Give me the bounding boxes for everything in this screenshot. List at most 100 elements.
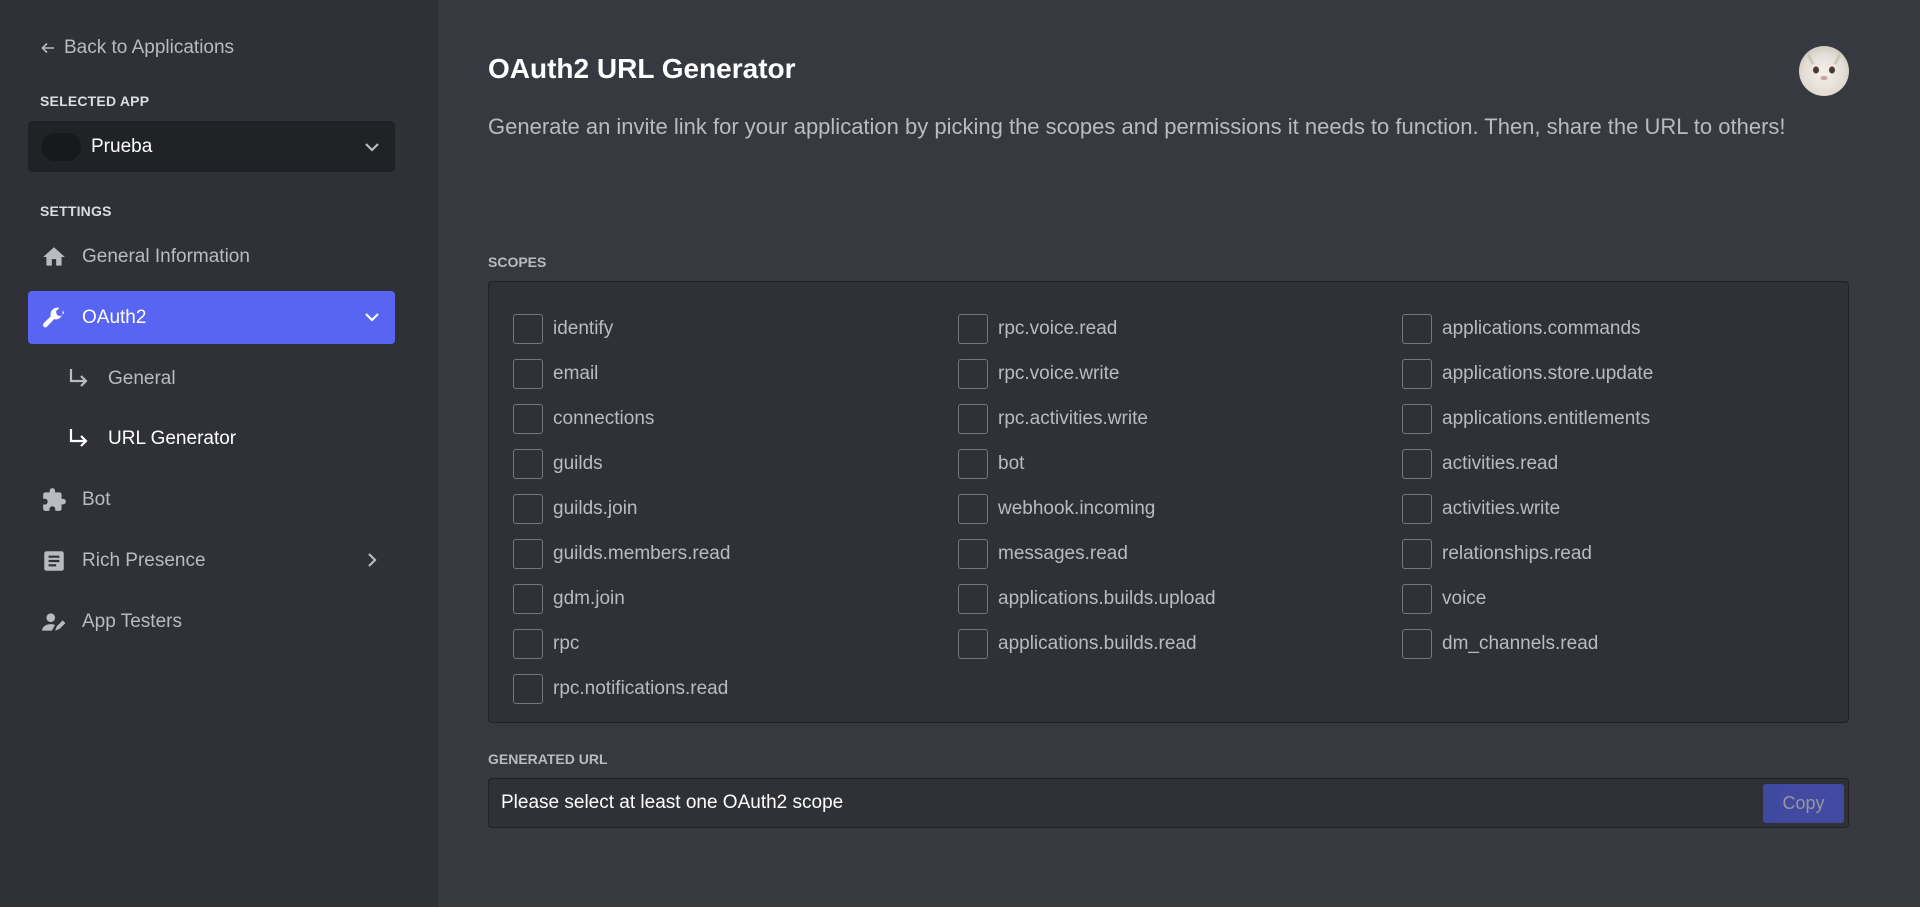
sidebar-subitem-label: URL Generator [108,428,237,449]
scope-checkbox[interactable] [958,583,988,614]
scope-option-identify[interactable]: identify [513,306,730,351]
sidebar-item-oauth2[interactable]: OAuth2 [28,291,395,344]
scope-option-guilds-members-read[interactable]: guilds.members.read [513,531,730,576]
scope-label: applications.builds.read [998,632,1197,654]
sidebar-subitem-url-generator[interactable]: URL Generator [60,416,395,462]
sidebar-item-app-testers[interactable]: App Testers [28,595,395,648]
user-testers-icon [40,608,68,636]
avatar-image [1805,51,1843,81]
scope-option-rpc-voice-read[interactable]: rpc.voice.read [958,306,1216,351]
scope-checkbox[interactable] [1402,628,1432,659]
scope-checkbox[interactable] [513,493,543,524]
scope-checkbox[interactable] [513,628,543,659]
scope-option-messages-read[interactable]: messages.read [958,531,1216,576]
scope-checkbox[interactable] [958,628,988,659]
scope-label: connections [553,407,655,429]
scope-label: rpc.voice.read [998,317,1118,339]
scope-checkbox[interactable] [958,358,988,389]
back-to-applications-label: Back to Applications [64,37,235,58]
scope-label: rpc.activities.write [998,407,1148,429]
arrow-left-icon [41,42,54,54]
scope-label: guilds.join [553,497,638,519]
scope-option-applications-builds-upload[interactable]: applications.builds.upload [958,576,1216,621]
scope-label: rpc.notifications.read [553,677,729,699]
scope-option-voice[interactable]: voice [1402,576,1653,621]
scopes-column-2: rpc.voice.read rpc.voice.write rpc.activit… [958,306,1216,666]
scope-option-guilds-join[interactable]: guilds.join [513,486,730,531]
scope-checkbox[interactable] [513,673,543,704]
scope-checkbox[interactable] [1402,493,1432,524]
scope-checkbox[interactable] [1402,448,1432,479]
scope-option-email[interactable]: email [513,351,730,396]
copy-button[interactable]: Copy [1763,784,1844,823]
scope-checkbox[interactable] [513,583,543,614]
scope-label: applications.commands [1442,317,1641,339]
chevron-down-icon [365,143,379,152]
scope-option-bot[interactable]: bot [958,441,1216,486]
user-avatar[interactable] [1799,46,1849,96]
scope-checkbox[interactable] [513,403,543,434]
puzzle-icon [40,486,68,514]
scope-option-rpc-voice-write[interactable]: rpc.voice.write [958,351,1216,396]
scope-checkbox[interactable] [1402,358,1432,389]
sidebar-item-rich-presence[interactable]: Rich Presence [28,534,395,587]
sidebar-item-label: OAuth2 [82,306,147,328]
scope-option-applications-entitlements[interactable]: applications.entitlements [1402,396,1653,441]
scope-checkbox[interactable] [958,448,988,479]
page-description: Generate an invite link for your applica… [488,114,1786,139]
scope-label: applications.entitlements [1442,407,1651,429]
scope-option-connections[interactable]: connections [513,396,730,441]
scope-option-rpc-notifications-read[interactable]: rpc.notifications.read [513,666,730,711]
scope-label: messages.read [998,542,1128,564]
scope-checkbox[interactable] [513,313,543,344]
sidebar-item-bot[interactable]: Bot [28,473,395,526]
scope-label: guilds.members.read [553,542,731,564]
scope-option-applications-builds-read[interactable]: applications.builds.read [958,621,1216,666]
scope-label: gdm.join [553,587,625,609]
scope-option-dm-channels-read[interactable]: dm_channels.read [1402,621,1653,666]
sidebar-subitem-general[interactable]: General [60,356,395,402]
scope-checkbox[interactable] [1402,538,1432,569]
document-icon [40,547,68,575]
scope-checkbox[interactable] [1402,583,1432,614]
scope-label: rpc.voice.write [998,362,1120,384]
chevron-right-icon [368,553,377,567]
generated-url-heading: GENERATED URL [488,751,608,767]
scope-label: rpc [553,632,580,654]
scope-option-rpc-activities-write[interactable]: rpc.activities.write [958,396,1216,441]
subitem-arrow-icon [69,369,88,387]
scope-checkbox[interactable] [958,403,988,434]
sidebar-item-label: Rich Presence [82,549,206,571]
scope-option-applications-commands[interactable]: applications.commands [1402,306,1653,351]
generated-url-field[interactable]: Please select at least one OAuth2 scope … [488,778,1849,828]
scope-option-applications-store-update[interactable]: applications.store.update [1402,351,1653,396]
scope-option-rpc[interactable]: rpc [513,621,730,666]
sidebar-item-general-information[interactable]: General Information [28,230,395,283]
scope-label: dm_channels.read [1442,632,1599,654]
scope-checkbox[interactable] [958,493,988,524]
subitem-arrow-icon [69,429,88,447]
scope-option-relationships-read[interactable]: relationships.read [1402,531,1653,576]
scope-option-gdm-join[interactable]: gdm.join [513,576,730,621]
scope-checkbox[interactable] [513,538,543,569]
scope-option-activities-write[interactable]: activities.write [1402,486,1653,531]
scope-label: identify [553,317,614,339]
back-to-applications-link[interactable]: Back to Applications [40,37,234,59]
scope-checkbox[interactable] [513,448,543,479]
scope-checkbox[interactable] [958,313,988,344]
scope-checkbox[interactable] [1402,403,1432,434]
app-selector[interactable]: Prueba [28,121,395,172]
scopes-panel: identify email connections guilds guilds.joi… [488,281,1849,723]
scope-checkbox[interactable] [513,358,543,389]
scope-option-webhook-incoming[interactable]: webhook.incoming [958,486,1216,531]
sidebar: Back to Applications SELECTED APP Prueba… [0,0,438,907]
scope-checkbox[interactable] [958,538,988,569]
scope-option-activities-read[interactable]: activities.read [1402,441,1653,486]
scope-option-guilds[interactable]: guilds [513,441,730,486]
scope-checkbox[interactable] [1402,313,1432,344]
scope-label: activities.write [1442,497,1561,519]
scope-label: voice [1442,587,1487,609]
settings-heading: SETTINGS [40,203,112,219]
sidebar-item-label: Bot [82,488,111,510]
sidebar-subitem-label: General [108,368,176,389]
